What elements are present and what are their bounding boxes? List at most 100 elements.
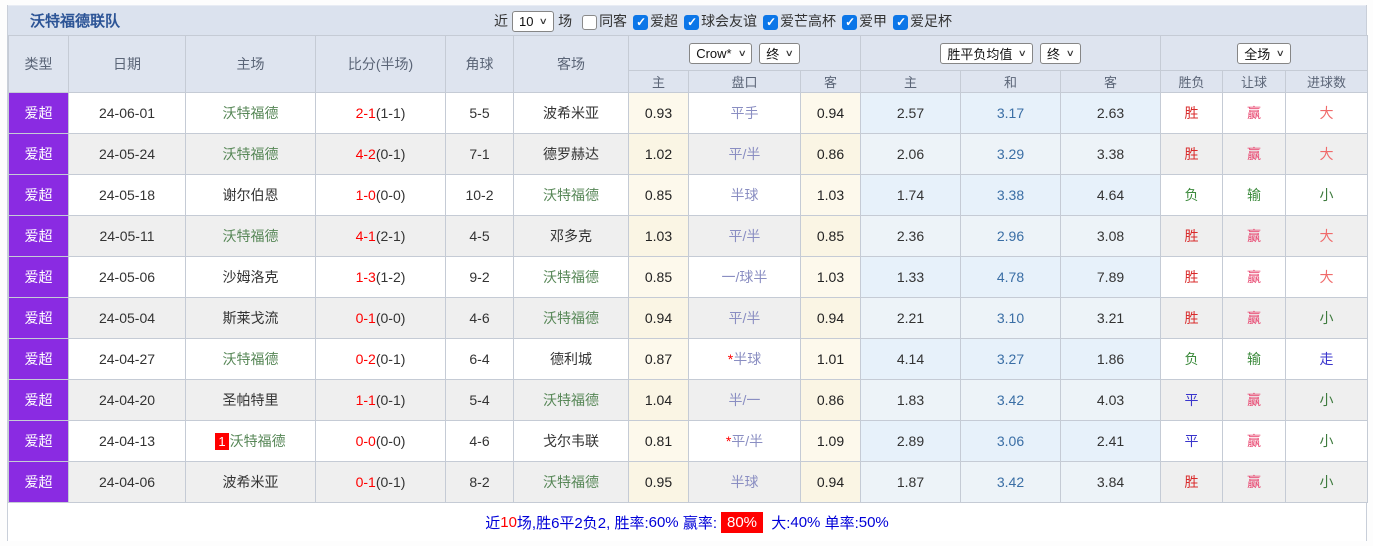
handicap: 半球 xyxy=(688,461,801,503)
result-badge: 胜 xyxy=(1160,133,1224,175)
rank-badge: 1 xyxy=(215,433,229,450)
europe-draw-odds: 3.17 xyxy=(960,92,1061,134)
away-team: 沃特福德 xyxy=(513,461,629,503)
home-team-name: 波希米亚 xyxy=(222,474,279,490)
fulltime-score: 2-1 xyxy=(355,105,376,121)
handicap-text: 半球 xyxy=(730,187,759,203)
home-team-name: 斯莱戈流 xyxy=(222,310,279,326)
score: 4-1(2-1) xyxy=(315,215,446,257)
fulltime-score: 1-1 xyxy=(355,392,376,408)
match-date: 24-04-27 xyxy=(68,338,186,380)
europe-draw-odds: 3.38 xyxy=(960,174,1061,216)
home-team: 沃特福德 xyxy=(185,92,316,134)
europe-draw-odds: 3.06 xyxy=(960,420,1061,462)
europe-home-odds: 1.74 xyxy=(860,174,961,216)
away-team: 德罗赫达 xyxy=(513,133,629,175)
filter-checkbox-爱超[interactable] xyxy=(633,14,649,30)
corner-score: 4-5 xyxy=(445,215,514,257)
match-row: 爱超 24-06-01 沃特福德 2-1(1-1) 5-5 波希米亚 0.93 平手 0.94 2… xyxy=(8,92,1369,134)
match-row: 爱超 24-04-27 沃特福德 0-2(0-1) 6-4 德利城 0.87 *半球 1.01 4… xyxy=(8,338,1369,380)
away-team-name: 沃特福德 xyxy=(543,269,599,285)
result-badge: 胜 xyxy=(1160,215,1224,257)
europe-home-odds: 2.06 xyxy=(860,133,961,175)
scope-select[interactable]: 全场 ∨ xyxy=(1237,42,1291,64)
goals-result: 大 xyxy=(1285,92,1369,134)
away-team: 沃特福德 xyxy=(513,379,629,421)
halftime-score: (1-1) xyxy=(375,105,406,121)
chevron-down-icon: ∨ xyxy=(1275,47,1286,58)
fulltime-score: 1-0 xyxy=(355,187,376,203)
filter-checkbox-同客[interactable] xyxy=(582,14,598,30)
filter-label: 爱芒高杯 xyxy=(780,13,837,29)
filter-checkbox-爱足杯[interactable] xyxy=(893,14,909,30)
europe-odds-time-select[interactable]: 终 ∨ xyxy=(1040,42,1081,64)
company-away-odds: 0.86 xyxy=(800,133,861,175)
summary-near-count: 10 xyxy=(500,513,517,531)
fulltime-score: 0-2 xyxy=(355,351,376,367)
goals-result: 小 xyxy=(1285,420,1369,462)
company-away-odds: 0.94 xyxy=(800,297,861,339)
away-team-name: 沃特福德 xyxy=(543,187,599,203)
company-home-odds: 1.02 xyxy=(628,133,689,175)
chevron-down-icon: ∨ xyxy=(737,47,747,58)
handicap: *平/半 xyxy=(688,420,801,462)
handicap-result: 赢 xyxy=(1222,256,1287,298)
corner-score: 9-2 xyxy=(445,256,514,298)
subheader-europe-away: 客 xyxy=(1059,70,1162,93)
filter-checkbox-球会友谊[interactable] xyxy=(684,14,700,30)
europe-odds-time-value: 终 xyxy=(1047,46,1061,62)
chevron-down-icon: ∨ xyxy=(1018,47,1028,58)
europe-draw-odds: 3.10 xyxy=(960,297,1061,339)
europe-odds-select[interactable]: 胜平负均值 ∨ xyxy=(940,42,1034,64)
halftime-score: (0-1) xyxy=(375,146,406,162)
score: 1-1(0-1) xyxy=(315,379,446,421)
handicap-text: 平/半 xyxy=(728,146,761,162)
company-away-odds: 1.01 xyxy=(800,338,861,380)
goals-result: 小 xyxy=(1285,297,1369,339)
company-home-odds: 0.95 xyxy=(628,461,689,503)
company-home-odds: 0.87 xyxy=(628,338,689,380)
corner-score: 8-2 xyxy=(445,461,514,503)
home-team: 斯莱戈流 xyxy=(185,297,316,339)
europe-home-odds: 1.33 xyxy=(860,256,961,298)
halftime-score: (2-1) xyxy=(375,228,406,244)
company-away-odds: 0.86 xyxy=(800,379,861,421)
halftime-score: (0-0) xyxy=(375,310,406,326)
home-team: 沃特福德 xyxy=(185,133,316,175)
away-team: 戈尔韦联 xyxy=(513,420,629,462)
halftime-score: (0-1) xyxy=(375,474,406,490)
filter-checkbox-爱甲[interactable] xyxy=(842,14,858,30)
score: 0-1(0-1) xyxy=(315,461,446,503)
away-team-name: 德罗赫达 xyxy=(543,146,599,162)
result-badge: 胜 xyxy=(1160,297,1224,339)
europe-away-odds: 3.21 xyxy=(1059,297,1162,339)
fulltime-score: 4-2 xyxy=(355,146,376,162)
company-home-odds: 1.03 xyxy=(628,215,689,257)
filter-checkbox-爱芒高杯[interactable] xyxy=(763,14,779,30)
match-type-cell: 爱超 xyxy=(8,256,69,298)
match-row: 爱超 24-05-04 斯莱戈流 0-1(0-0) 4-6 沃特福德 0.94 平/半 0.94… xyxy=(8,297,1369,339)
europe-away-odds: 1.86 xyxy=(1059,338,1162,380)
match-row: 爱超 24-05-11 沃特福德 4-1(2-1) 4-5 邓多克 1.03 平/半 0.85 2… xyxy=(8,215,1369,257)
handicap-result: 赢 xyxy=(1222,420,1287,462)
home-team-name: 沃特福德 xyxy=(222,351,279,367)
handicap-result: 输 xyxy=(1222,338,1287,380)
away-team: 邓多克 xyxy=(513,215,629,257)
company-odds-time-value: 终 xyxy=(766,46,780,62)
result-badge: 负 xyxy=(1160,174,1224,216)
filter-label: 同客 xyxy=(599,13,628,29)
recent-count-select[interactable]: 10 ∨ xyxy=(512,10,555,32)
handicap-text: 平手 xyxy=(730,105,759,121)
summary-record: 场,胜6平2负2, 胜率: xyxy=(516,514,649,532)
match-date: 24-04-06 xyxy=(68,461,186,503)
home-team-name: 沙姆洛克 xyxy=(222,269,279,285)
chevron-down-icon: ∨ xyxy=(784,47,795,58)
company-odds-time-select[interactable]: 终 ∨ xyxy=(759,42,800,64)
fulltime-score: 0-1 xyxy=(355,310,376,326)
result-badge: 平 xyxy=(1160,420,1224,462)
odds-company-select[interactable]: Crow* ∨ xyxy=(689,42,753,64)
handicap-text: 平/半 xyxy=(728,310,761,326)
europe-home-odds: 2.89 xyxy=(860,420,961,462)
chevron-down-icon: ∨ xyxy=(1065,47,1075,58)
handicap-result: 赢 xyxy=(1222,379,1287,421)
